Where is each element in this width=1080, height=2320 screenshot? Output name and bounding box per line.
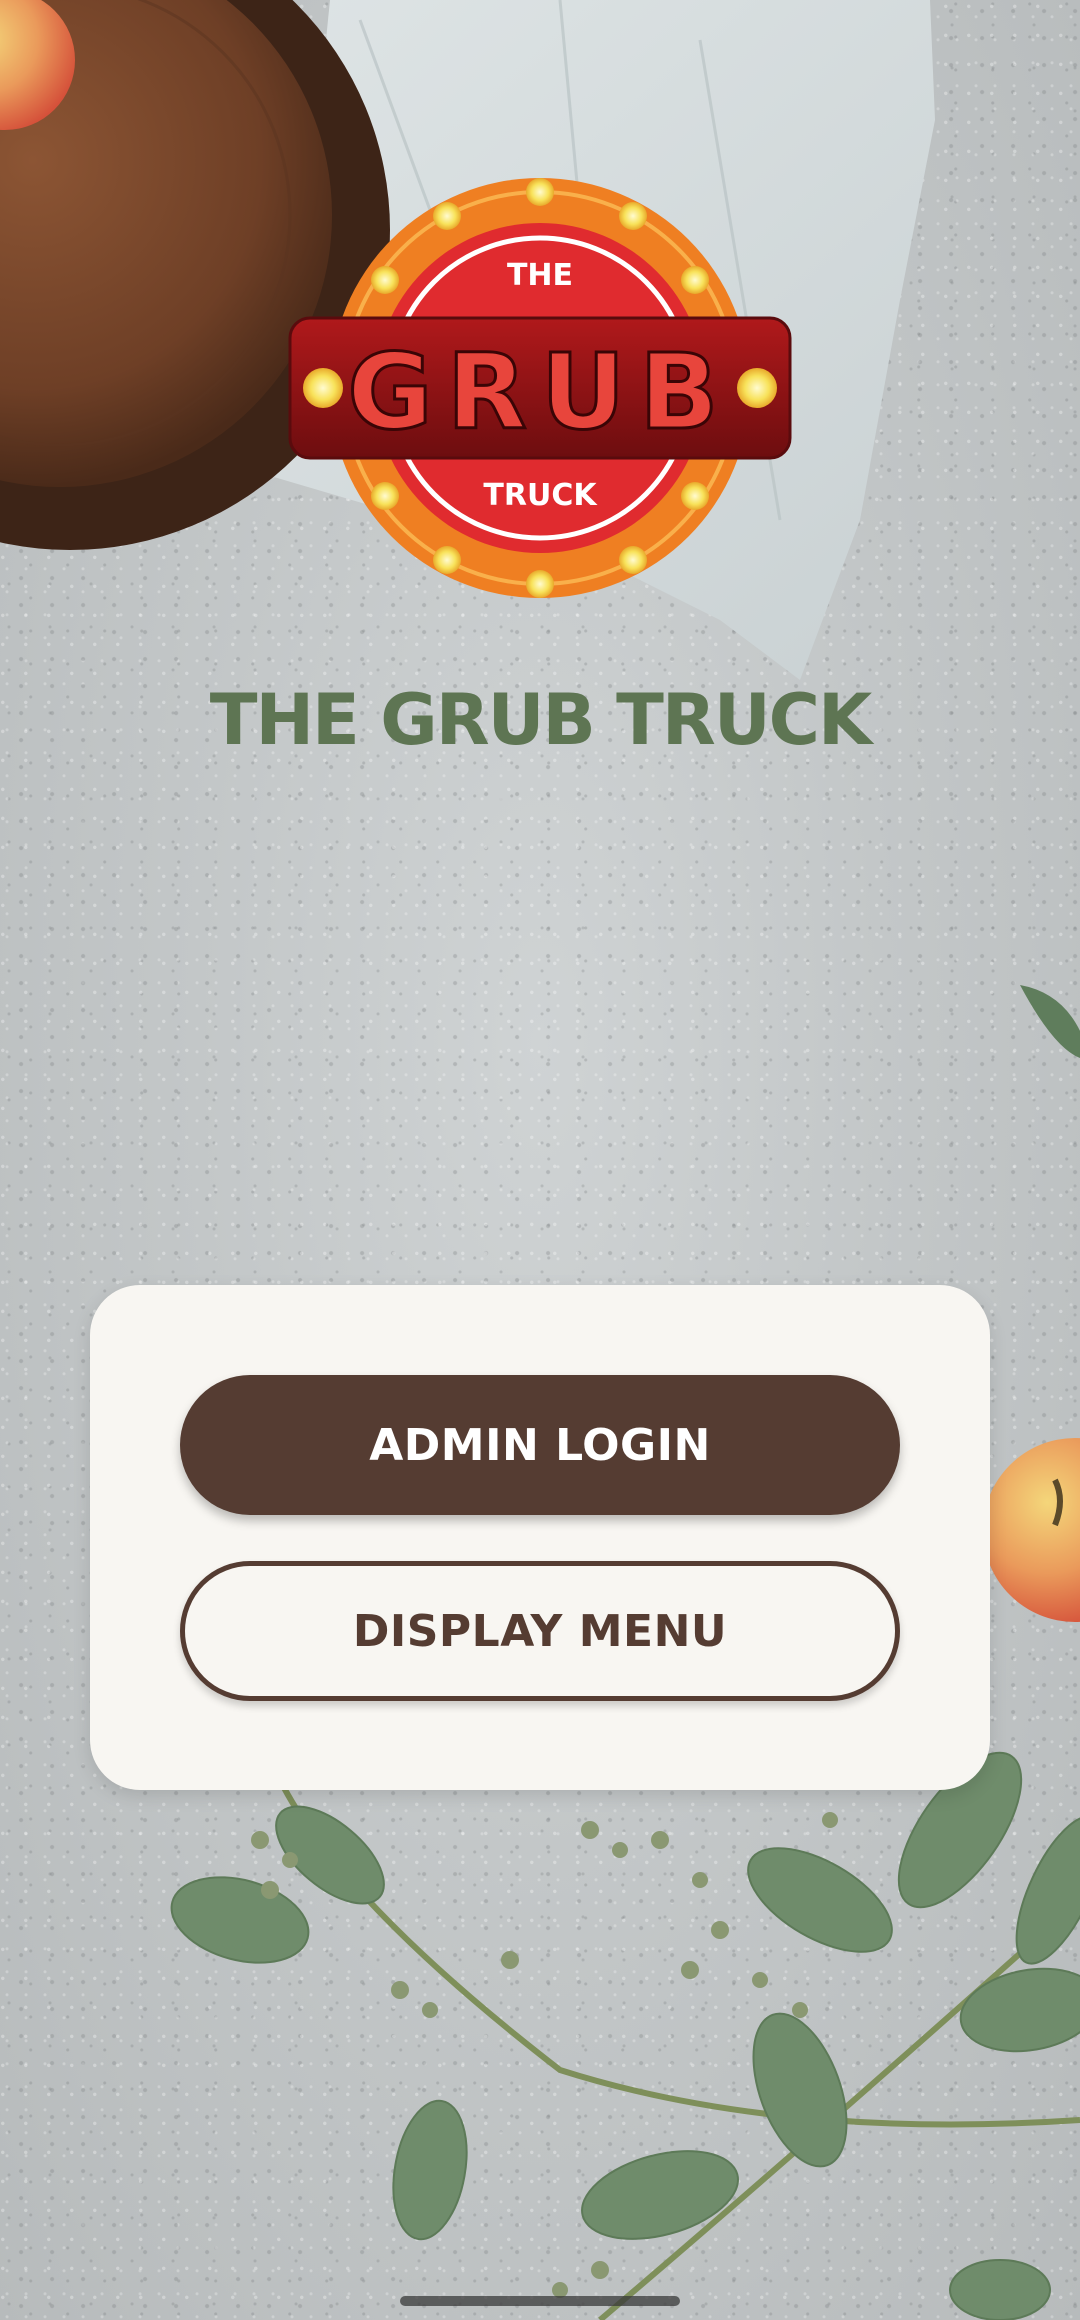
eucalyptus-branches <box>170 1751 1080 2320</box>
welcome-screen: THE TRUCK GRUB THE GRUB TRUCK ADMIN LOGI… <box>0 0 1080 2320</box>
logo-text-truck: TRUCK <box>483 478 598 513</box>
action-card: ADMIN LOGIN DISPLAY MENU <box>90 1285 990 1790</box>
admin-login-button[interactable]: ADMIN LOGIN <box>180 1375 900 1515</box>
display-menu-button[interactable]: DISPLAY MENU <box>180 1561 900 1701</box>
home-indicator[interactable] <box>400 2296 680 2306</box>
admin-login-label: ADMIN LOGIN <box>369 1419 711 1471</box>
leaf-right-top <box>1020 985 1080 1058</box>
logo-graphic: THE TRUCK GRUB <box>288 178 792 598</box>
logo-text-grub: GRUB <box>347 331 732 453</box>
grub-truck-logo: THE TRUCK GRUB <box>285 170 795 610</box>
apple-right <box>983 1438 1080 1622</box>
display-menu-label: DISPLAY MENU <box>352 1605 728 1657</box>
logo-text-the: THE <box>507 258 573 293</box>
app-title: THE GRUB TRUCK <box>209 679 873 761</box>
